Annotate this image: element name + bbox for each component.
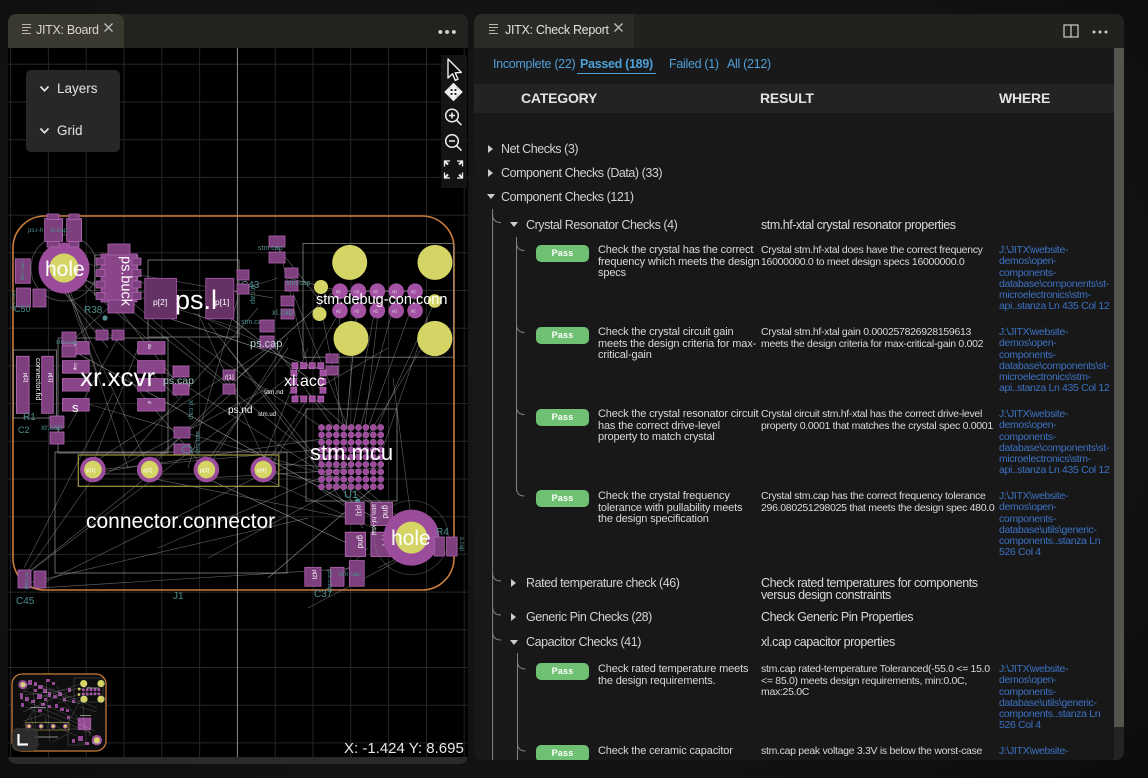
- svg-text:p[]: p[]: [392, 308, 396, 313]
- svg-text:stm.hf-xtal: stm.hf-xtal: [370, 504, 377, 536]
- svg-text:connector.fid: connector.fid: [34, 358, 43, 401]
- svg-text:xr.xcvr: xr.xcvr: [80, 362, 155, 392]
- svg-text:p[]: p[]: [411, 308, 415, 313]
- svg-text:hole: hole: [391, 527, 431, 550]
- svg-text:stm.cap: stm.cap: [56, 340, 78, 346]
- svg-text:s.cap: s.cap: [458, 537, 464, 552]
- svg-text:xl.acc: xl.acc: [284, 373, 325, 390]
- svg-text:stm.cap: stm.cap: [194, 431, 201, 454]
- svg-text:p[2]: p[2]: [311, 570, 317, 580]
- svg-text:p[1]: p[1]: [47, 373, 53, 383]
- svg-text:p[]: p[]: [354, 308, 358, 313]
- svg-text:p[2]: p[2]: [143, 468, 153, 474]
- svg-text:ps.cap: ps.cap: [250, 338, 282, 350]
- svg-text:ps.cap: ps.cap: [163, 375, 194, 387]
- svg-text:p[1]: p[1]: [86, 468, 96, 474]
- svg-text:stm.cap: stm.cap: [19, 261, 25, 280]
- svg-text:p[2]: p[2]: [22, 373, 28, 383]
- svg-text:s: s: [72, 400, 79, 415]
- svg-text:X: -1.424 Y: 8.695: X: -1.424 Y: 8.695: [344, 740, 464, 757]
- svg-text:connector.connector: connector.connector: [86, 510, 275, 533]
- svg-text:stm.mcu: stm.mcu: [310, 440, 393, 465]
- svg-text:stm.cap: stm.cap: [258, 245, 283, 252]
- svg-text:xl.cap: xl.cap: [187, 400, 196, 420]
- svg-text:R4: R4: [436, 527, 449, 538]
- svg-text:p[3]: p[3]: [200, 468, 210, 474]
- svg-text:p[4]: p[4]: [257, 468, 267, 474]
- svg-text:p[]: p[]: [336, 308, 340, 313]
- svg-text:p[]: p[]: [373, 308, 377, 313]
- svg-text:hole: hole: [45, 258, 85, 281]
- svg-text:do: do: [147, 344, 152, 350]
- svg-text:p[2]: p[2]: [153, 297, 167, 307]
- svg-text:xr.cap: xr.cap: [41, 423, 63, 432]
- svg-text:ps.nd: ps.nd: [228, 405, 252, 416]
- svg-text:p[1]: p[1]: [355, 505, 362, 516]
- svg-text:xl.cap: xl.cap: [272, 308, 293, 317]
- svg-text:p[1]: p[1]: [215, 297, 229, 307]
- svg-text:stm.cap: stm.cap: [338, 571, 361, 578]
- svg-text:ps.r-h: ps.r-h: [28, 228, 43, 234]
- svg-text:ps.buck: ps.buck: [118, 256, 134, 307]
- svg-text:R38: R38: [84, 305, 103, 316]
- svg-text:J1: J1: [173, 591, 184, 602]
- svg-text:r[1]: r[1]: [225, 375, 234, 381]
- svg-text:xr.cap: xr.cap: [23, 572, 30, 590]
- svg-text:stm.nd: stm.nd: [264, 389, 284, 396]
- svg-text:R1: R1: [23, 412, 36, 423]
- svg-text:stm.debug-con.conn: stm.debug-con.conn: [316, 292, 447, 308]
- svg-text:ps.l: ps.l: [175, 285, 217, 315]
- svg-text:xr.cap: xr.cap: [249, 284, 258, 304]
- svg-text:C37: C37: [314, 589, 333, 600]
- svg-text:stm.ud: stm.ud: [258, 412, 276, 418]
- svg-text:cap: cap: [73, 363, 78, 371]
- svg-text:gnd: gnd: [356, 535, 365, 548]
- svg-text:xr.cap: xr.cap: [50, 227, 68, 234]
- svg-text:C45: C45: [16, 596, 35, 607]
- svg-text:stm.cap: stm.cap: [286, 280, 311, 287]
- svg-text:C2: C2: [18, 425, 30, 435]
- svg-text:stm.cap: stm.cap: [10, 291, 16, 310]
